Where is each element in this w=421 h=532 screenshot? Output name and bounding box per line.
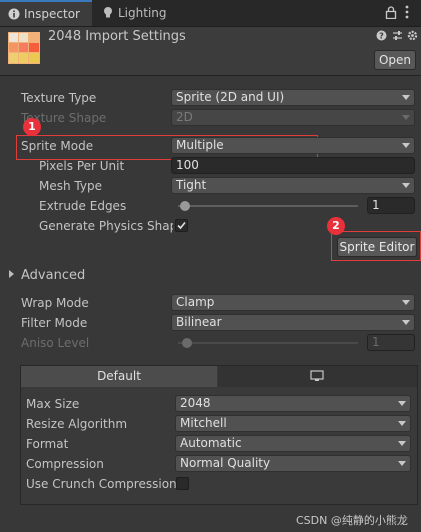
resize-algorithm-label: Resize Algorithm [26, 417, 128, 431]
annotation-badge-2: 2 [327, 217, 345, 235]
help-icon[interactable]: ? [376, 30, 387, 41]
kebab-menu-icon[interactable] [404, 5, 410, 19]
texture-type-value: Sprite (2D and UI) [176, 90, 285, 104]
texture-shape-dropdown: 2D [171, 109, 415, 126]
texture-type-dropdown[interactable]: Sprite (2D and UI) [171, 89, 415, 106]
lock-icon[interactable] [385, 6, 397, 19]
asset-title: 2048 Import Settings [48, 29, 186, 44]
mesh-type-value: Tight [176, 178, 207, 192]
mesh-type-dropdown[interactable]: Tight [171, 177, 415, 194]
max-size-dropdown[interactable]: 2048 [175, 395, 411, 412]
resize-algorithm-dropdown[interactable]: Mitchell [175, 415, 411, 432]
monitor-icon [310, 370, 324, 381]
advanced-foldout[interactable]: Advanced [21, 268, 85, 283]
compression-dropdown[interactable]: Normal Quality [175, 455, 411, 472]
tab-lighting-label: Lighting [118, 6, 167, 20]
sprite-mode-dropdown[interactable]: Multiple [171, 137, 415, 154]
pixels-per-unit-field[interactable]: 100 [171, 157, 415, 174]
info-icon [8, 8, 20, 20]
tab-inspector-label: Inspector [24, 7, 80, 21]
filter-mode-value: Bilinear [176, 315, 222, 329]
lightbulb-icon [104, 7, 112, 18]
aniso-level-label: Aniso Level [21, 336, 90, 350]
aniso-level-slider-track [178, 342, 358, 344]
sprite-editor-button[interactable]: Sprite Editor [337, 237, 417, 257]
tab-inspector[interactable]: Inspector [0, 0, 92, 26]
extrude-edges-field[interactable]: 1 [367, 197, 415, 214]
aniso-level-field: 1 [367, 334, 415, 351]
wrap-mode-label: Wrap Mode [21, 296, 89, 310]
open-button[interactable]: Open [374, 50, 416, 70]
generate-physics-shape-checkbox[interactable] [175, 219, 188, 232]
chevron-right-icon[interactable] [9, 270, 14, 278]
svg-text:?: ? [379, 32, 384, 41]
wrap-mode-dropdown[interactable]: Clamp [171, 294, 415, 311]
tab-default[interactable]: Default [21, 366, 217, 387]
gear-icon[interactable] [407, 30, 418, 41]
max-size-label: Max Size [26, 397, 80, 411]
filter-mode-label: Filter Mode [21, 316, 88, 330]
chevron-down-icon [398, 421, 406, 426]
use-crunch-checkbox[interactable] [176, 477, 189, 490]
chevron-down-icon [402, 320, 410, 325]
aniso-level-slider-handle [182, 338, 192, 348]
mesh-type-label: Mesh Type [39, 179, 102, 193]
texture-shape-value: 2D [176, 110, 193, 124]
compression-value: Normal Quality [180, 456, 271, 470]
use-crunch-label: Use Crunch Compression [26, 477, 177, 491]
generate-physics-shape-label: Generate Physics Shape [39, 219, 173, 233]
watermark: CSDN @纯静的小熊龙 [296, 514, 408, 527]
chevron-down-icon [398, 461, 406, 466]
format-value: Automatic [180, 436, 242, 450]
texture-thumbnail-icon [8, 32, 40, 64]
extrude-edges-slider-handle[interactable] [180, 201, 190, 211]
chevron-down-icon [402, 143, 410, 148]
tab-lighting[interactable]: Lighting [94, 0, 194, 26]
tab-standalone[interactable] [218, 366, 417, 387]
wrap-mode-value: Clamp [176, 295, 215, 309]
compression-label: Compression [26, 457, 104, 471]
format-label: Format [26, 437, 69, 451]
resize-algorithm-value: Mitchell [180, 416, 227, 430]
annotation-badge-1: 1 [23, 118, 41, 136]
format-dropdown[interactable]: Automatic [175, 435, 411, 452]
presets-icon[interactable] [392, 30, 403, 41]
checkmark-icon [177, 221, 186, 230]
chevron-down-icon [402, 115, 410, 120]
sprite-mode-label: Sprite Mode [21, 139, 94, 153]
chevron-down-icon [402, 300, 410, 305]
extrude-edges-label: Extrude Edges [39, 199, 127, 213]
chevron-down-icon [398, 441, 406, 446]
chevron-down-icon [402, 95, 410, 100]
extrude-edges-slider-track[interactable] [178, 205, 358, 207]
filter-mode-dropdown[interactable]: Bilinear [171, 314, 415, 331]
chevron-down-icon [398, 401, 406, 406]
sprite-mode-value: Multiple [176, 138, 224, 152]
pixels-per-unit-label: Pixels Per Unit [39, 159, 125, 173]
chevron-down-icon [402, 183, 410, 188]
max-size-value: 2048 [180, 396, 211, 410]
texture-type-label: Texture Type [21, 91, 97, 105]
